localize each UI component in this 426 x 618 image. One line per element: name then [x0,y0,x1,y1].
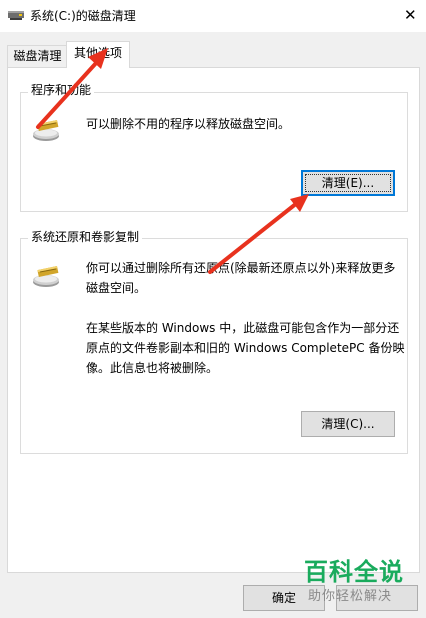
tab-more-options[interactable]: 其他选项 [66,41,130,68]
disk-cleanup-icon [33,266,59,287]
drive-icon [8,11,24,20]
watermark-tagline: 助你轻松解决 [308,589,393,604]
window-title: 系统(C:)的磁盘清理 [30,9,136,23]
close-icon[interactable]: ✕ [404,6,417,24]
watermark-brand: 百科全说 [304,558,404,586]
programs-cleanup-button[interactable]: 清理(E)... [301,170,395,196]
restore-description: 你可以通过删除所有还原点(除最新还原点以外)来释放更多磁盘空间。 [86,261,396,295]
tab-disk-cleanup[interactable]: 磁盘清理 [7,45,68,67]
programs-description: 可以删除不用的程序以释放磁盘空间。 [86,117,291,131]
disk-cleanup-icon [33,120,59,141]
restore-group-title: 系统还原和卷影复制 [28,230,143,244]
restore-note: 在某些版本的 Windows 中，此磁盘可能包含作为一部分还原点的文件卷影副本和… [86,321,405,375]
title-bar: 系统(C:)的磁盘清理 ✕ [0,0,426,32]
programs-group-title: 程序和功能 [28,83,95,97]
watermark: 百科全说 助你轻松解决 [296,556,422,612]
restore-cleanup-button[interactable]: 清理(C)... [301,411,395,437]
